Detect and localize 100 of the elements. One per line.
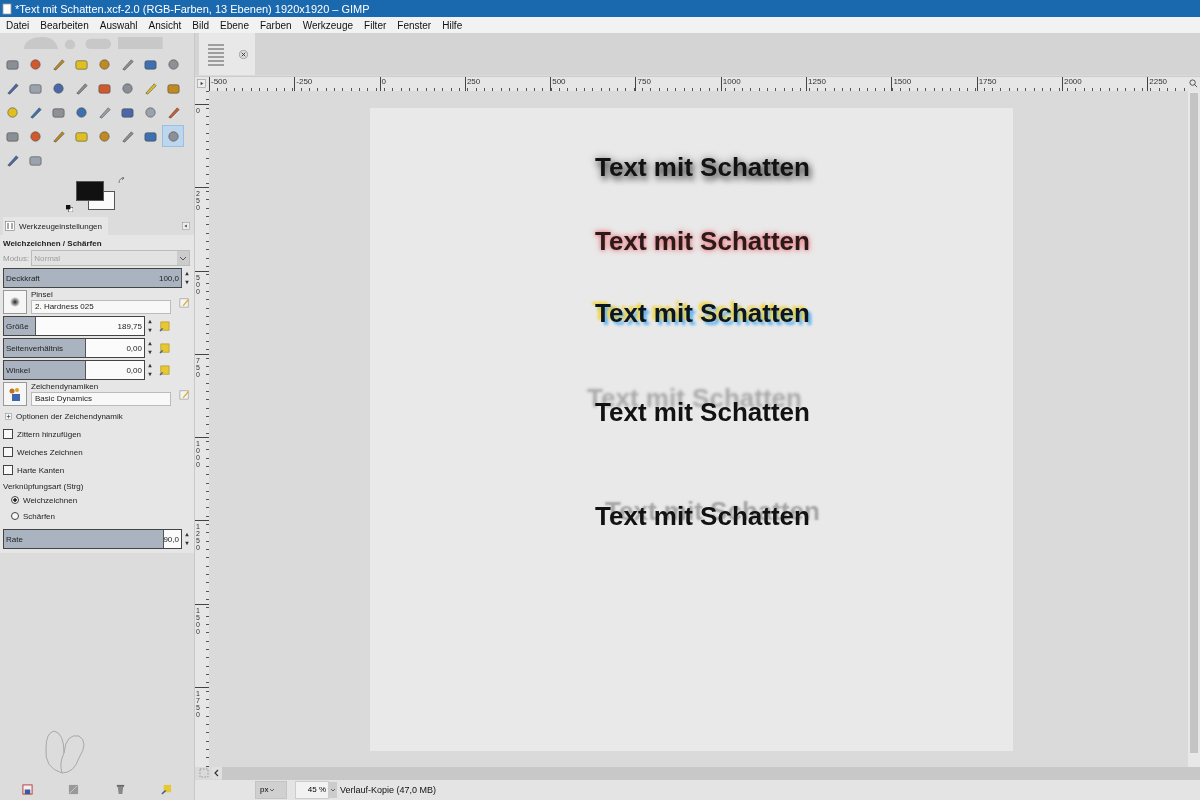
tool-icon <box>4 152 20 168</box>
tool-icon <box>119 56 135 72</box>
radio-label: Schärfen <box>23 511 56 521</box>
radio-label: Weichzeichnen <box>23 495 78 505</box>
tool-icon <box>142 104 158 120</box>
reset-icon[interactable] <box>159 364 170 376</box>
quick-mask-icon[interactable] <box>197 79 206 88</box>
reset-icon[interactable] <box>159 320 170 332</box>
status-message: Verlauf-Kopie (47,0 MB) <box>340 785 437 795</box>
tool-icon <box>50 56 66 72</box>
zoom-dropdown[interactable]: 45 % <box>295 781 329 799</box>
caret-icon[interactable] <box>329 782 337 798</box>
radio-button[interactable] <box>11 496 19 504</box>
image-thumbnail <box>205 42 226 66</box>
document-icon <box>2 2 12 15</box>
menu-item[interactable]: Filter <box>364 19 387 31</box>
ruler-label: 750 <box>637 77 651 86</box>
swap-colors-icon[interactable] <box>118 177 126 185</box>
expander-icon[interactable] <box>5 412 12 420</box>
ruler-label: 250 <box>466 77 481 86</box>
vertical-scrollbar[interactable] <box>1188 91 1200 767</box>
window-title: *Text mit Schatten.xcf-2.0 (RGB-Farben, 13 Ebenen) 1920x1920 – GIMP <box>15 2 370 15</box>
dynamics-preview[interactable] <box>3 382 27 406</box>
zoom-icon[interactable] <box>1189 79 1198 88</box>
reset-icon[interactable] <box>159 342 170 354</box>
canvas-text: Text mit Schatten <box>595 151 810 184</box>
save-icon[interactable] <box>21 784 33 795</box>
reset-icon[interactable] <box>161 784 173 795</box>
checkbox-label: Harte Kanten <box>17 465 65 475</box>
unit-dropdown[interactable]: px <box>255 781 287 799</box>
dynamics-field[interactable]: Basic Dynamics <box>31 392 171 406</box>
opacity-slider[interactable]: Deckkraft 100,0 <box>3 268 182 288</box>
ruler-label: -250 <box>296 77 313 86</box>
menu-item[interactable]: Ebene <box>220 19 249 31</box>
tool-icon <box>50 128 66 144</box>
sliders-icon <box>5 221 15 231</box>
checkbox[interactable] <box>3 447 13 457</box>
menu-item[interactable]: Auswahl <box>99 19 138 31</box>
ruler-label: 1750 <box>978 77 997 86</box>
tool-icon <box>142 80 158 96</box>
brush-label: Pinsel <box>31 290 54 299</box>
menu-item[interactable]: Hilfe <box>442 19 463 31</box>
tool-icon <box>50 80 66 96</box>
expander-label[interactable]: Optionen der Zeichendynamik <box>16 411 123 421</box>
default-colors-icon[interactable] <box>66 205 73 212</box>
ruler-label: 2250 <box>1149 77 1168 86</box>
brush-preview[interactable] <box>3 290 27 314</box>
dynamics-icon <box>7 386 23 402</box>
ruler-label: 1000 <box>722 77 741 86</box>
canvas-text: Text mit Schatten <box>595 500 810 533</box>
tool-icon <box>96 128 112 144</box>
scroll-left-icon[interactable] <box>212 767 222 779</box>
tool-icon <box>165 128 181 144</box>
tool-icon <box>4 80 20 96</box>
tool-icon <box>96 104 112 120</box>
tool-button[interactable] <box>162 125 184 147</box>
horizontal-scrollbar[interactable] <box>222 767 1200 780</box>
color-swatches-drawing[interactable] <box>76 181 116 211</box>
tool-icon <box>165 56 181 72</box>
tool-icon <box>73 104 89 120</box>
menu-item[interactable]: Bearbeiten <box>40 19 89 31</box>
close-icon[interactable] <box>239 49 249 59</box>
tool-icon <box>73 80 89 96</box>
checkbox[interactable] <box>3 429 13 439</box>
menu-item[interactable]: Datei <box>6 19 30 31</box>
tool-icon <box>27 104 43 120</box>
ruler-label: -500 <box>211 77 227 86</box>
canvas-text: Text mit Schatten <box>595 297 810 330</box>
value-slider[interactable]: Winkel 0,00 <box>3 360 145 380</box>
ruler-label: 1500 <box>893 77 912 86</box>
ruler-label: 500 <box>552 77 566 86</box>
value-slider[interactable]: Größe 189,75 <box>3 316 145 336</box>
ruler-label: 1250 <box>808 77 826 86</box>
canvas-text: Text mit Schatten <box>595 396 810 429</box>
brush-field[interactable]: 2. Hardness 025 <box>31 300 171 314</box>
menu-item[interactable]: Fenster <box>397 19 432 31</box>
menu-item[interactable]: Werkzeuge <box>302 19 354 31</box>
ruler-label: 0 <box>381 77 387 86</box>
caret-icon[interactable] <box>268 786 277 794</box>
checkbox[interactable] <box>3 465 13 475</box>
tool-icon <box>119 80 135 96</box>
value-slider[interactable]: Seitenverhältnis 0,00 <box>3 338 145 358</box>
checkbox-label: Weiches Zeichnen <box>17 447 83 457</box>
tool-icon <box>27 128 43 144</box>
ruler-label: 2000 <box>1063 77 1082 86</box>
delete-icon[interactable] <box>114 784 126 795</box>
convolve-type-label: Verknüpfungsart (Strg) <box>3 482 85 491</box>
tool-icon <box>4 104 20 120</box>
tool-icon <box>96 56 112 72</box>
dock-menu-icon[interactable] <box>182 222 190 230</box>
menu-item[interactable]: Bild <box>192 19 210 31</box>
radio-button[interactable] <box>11 512 19 520</box>
dynamics-label: Zeichendynamiken <box>31 382 100 391</box>
tool-options-title: Weichzeichnen / Schärfen <box>3 239 103 248</box>
menu-item[interactable]: Farben <box>259 19 292 31</box>
mode-label: Modus: <box>3 253 30 263</box>
tool-icon <box>27 56 43 72</box>
tool-options-tab[interactable]: Werkzeugeinstellungen <box>3 217 108 235</box>
menu-item[interactable]: Ansicht <box>148 19 182 31</box>
rate-slider[interactable]: Rate 90,0 <box>3 529 182 549</box>
